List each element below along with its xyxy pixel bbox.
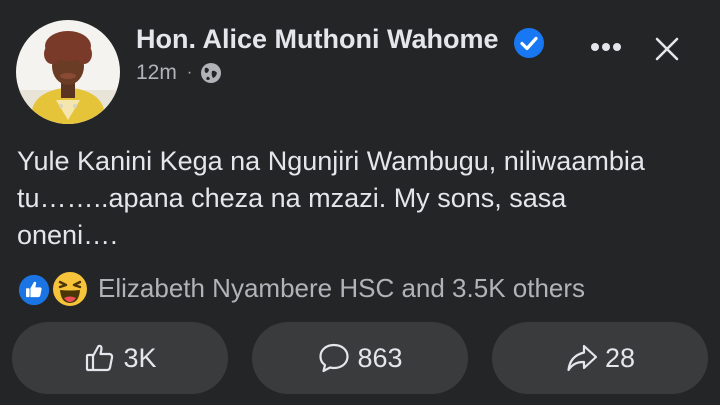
comment-button[interactable]: 863	[252, 322, 468, 394]
reaction-icons	[16, 270, 92, 308]
globe-icon	[201, 63, 222, 83]
comment-count: 863	[357, 342, 403, 373]
haha-reaction-icon	[51, 270, 89, 308]
post-timestamp[interactable]: 12m	[136, 61, 177, 85]
share-arrow-icon	[567, 344, 598, 372]
post-body-text: Yule Kanini Kega na Ngunjiri Wambugu, ni…	[17, 146, 645, 250]
comment-bubble-icon	[319, 343, 350, 373]
share-button[interactable]: 28	[492, 322, 708, 394]
more-options-icon[interactable]	[585, 30, 627, 62]
like-count: 3K	[123, 342, 157, 373]
author-name[interactable]: Hon. Alice Muthoni Wahome	[136, 24, 498, 55]
author-avatar[interactable]	[16, 20, 120, 124]
meta-separator: ·	[186, 64, 193, 81]
close-icon[interactable]	[650, 32, 684, 66]
like-reaction-icon	[16, 272, 52, 308]
verified-badge-icon	[514, 28, 544, 58]
thumbs-up-icon	[86, 344, 114, 372]
reaction-summary-text[interactable]: Elizabeth Nyambere HSC and 3.5K others	[98, 273, 585, 304]
post-action-bar: 3K 863 28	[12, 322, 708, 394]
reactions-summary[interactable]: Elizabeth Nyambere HSC and 3.5K others	[16, 270, 585, 308]
share-count: 28	[604, 342, 636, 373]
like-button[interactable]: 3K	[12, 322, 228, 394]
post-meta: 12m ·	[136, 60, 222, 86]
post-header: Hon. Alice Muthoni Wahome 12m ·	[0, 0, 720, 125]
